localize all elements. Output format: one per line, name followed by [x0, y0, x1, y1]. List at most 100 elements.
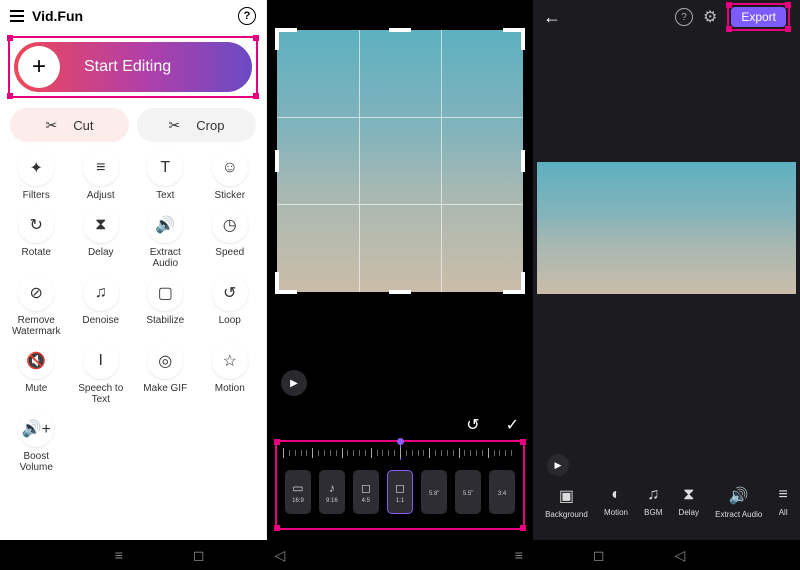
loop-icon: ↺: [212, 275, 248, 311]
right-tool-label: Delay: [679, 508, 699, 517]
stabilize-icon: ▢: [147, 275, 183, 311]
tool-motion[interactable]: ☆ Motion: [198, 343, 263, 405]
adjust-icon: ≡: [83, 150, 119, 186]
extract-audio-icon: 🔊: [729, 486, 749, 506]
sticker-icon: ☺: [212, 150, 248, 186]
tool-label: Remove Watermark: [7, 315, 65, 337]
aspect-ratio-highlight: ▭ 16:9 ♪ 9:16 ◻ 4:5 ◻ 1:1 5.8" 5.5" 3:4: [275, 440, 525, 530]
speed-icon: ◷: [212, 207, 248, 243]
aspect-label: 5.5": [463, 491, 473, 497]
aspect-16-9[interactable]: ▭ 16:9: [285, 470, 311, 514]
crop-icon: ✂: [169, 117, 181, 134]
crop-button[interactable]: ✂ Crop: [137, 108, 256, 142]
settings-icon[interactable]: ⚙: [703, 7, 717, 27]
right-toolbar: ▣ Background ◐ Motion ♫ BGM ⧗ Delay 🔊 Extrac…: [533, 476, 800, 519]
crop-grid-icon: [277, 30, 523, 292]
tool-label: Boost Volume: [7, 451, 65, 473]
recent-icon[interactable]: ≡: [115, 547, 123, 563]
all-icon: ≡: [778, 486, 787, 504]
cut-label: Cut: [73, 118, 93, 133]
back-icon[interactable]: ←: [543, 7, 665, 28]
menu-icon[interactable]: [10, 10, 24, 22]
delay-icon: ⧗: [83, 207, 119, 243]
right-tool-motion[interactable]: ◐ Motion: [604, 486, 628, 519]
right-tool-delay[interactable]: ⧗ Delay: [679, 486, 699, 519]
aspect-1-1[interactable]: ◻ 1:1: [387, 470, 413, 514]
aspect-5-5-[interactable]: 5.5": [455, 470, 481, 514]
play-button[interactable]: ▶: [547, 454, 569, 476]
tool-speed[interactable]: ◷ Speed: [198, 207, 263, 269]
mute-icon: 🔇: [18, 343, 54, 379]
home-icon[interactable]: ◻: [593, 547, 605, 564]
remove-watermark-icon: ⊘: [18, 275, 54, 311]
tool-remove-watermark[interactable]: ⊘ Remove Watermark: [4, 275, 69, 337]
home-icon[interactable]: ◻: [193, 547, 205, 564]
left-header: Vid.Fun ?: [0, 0, 266, 32]
tool-make-gif[interactable]: ◎ Make GIF: [133, 343, 198, 405]
recent-icon[interactable]: ≡: [515, 547, 523, 563]
tool-label: Delay: [88, 247, 114, 258]
right-tool-background[interactable]: ▣ Background: [545, 486, 588, 519]
tool-extract-audio[interactable]: 🔊 Extract Audio: [133, 207, 198, 269]
right-video-preview[interactable]: [537, 162, 796, 294]
aspect-label: 9:16: [326, 498, 338, 504]
export-button[interactable]: Export: [731, 7, 786, 27]
tool-mute[interactable]: 🔇 Mute: [4, 343, 69, 405]
export-highlight: Export: [727, 3, 790, 31]
start-editing-label: Start Editing: [84, 58, 171, 76]
aspect-label: 4:5: [362, 498, 370, 504]
aspect-3-4[interactable]: 3:4: [489, 470, 515, 514]
tool-label: Stabilize: [146, 315, 184, 326]
tool-label: Denoise: [82, 315, 119, 326]
tool-label: Sticker: [214, 190, 245, 201]
aspect-icon: ▭: [292, 481, 303, 495]
tool-label: Text: [156, 190, 174, 201]
aspect-icon: ◻: [361, 481, 371, 495]
tool-rotate[interactable]: ↻ Rotate: [4, 207, 69, 269]
start-editing-button[interactable]: + Start Editing: [14, 42, 252, 92]
tool-label: Mute: [25, 383, 47, 394]
scissors-icon: ✂: [46, 117, 58, 134]
tool-delay[interactable]: ⧗ Delay: [69, 207, 134, 269]
left-panel: Vid.Fun ? + Start Editing ✂ Cut ✂ Crop ✦…: [0, 0, 267, 540]
confirm-icon[interactable]: ✓: [506, 415, 519, 435]
back-icon[interactable]: ◁: [675, 547, 686, 564]
tool-label: Filters: [23, 190, 50, 201]
tool-text[interactable]: T Text: [133, 150, 198, 201]
tool-loop[interactable]: ↺ Loop: [198, 275, 263, 337]
timeline-ruler[interactable]: [283, 446, 517, 464]
cut-button[interactable]: ✂ Cut: [10, 108, 129, 142]
right-tool-label: Motion: [604, 508, 628, 517]
help-icon[interactable]: ?: [238, 7, 256, 25]
right-tool-bgm[interactable]: ♫ BGM: [644, 486, 662, 519]
app-title: Vid.Fun: [32, 8, 238, 24]
right-tool-extract-audio[interactable]: 🔊 Extract Audio: [715, 486, 762, 519]
play-button[interactable]: ▶: [281, 370, 307, 396]
back-icon[interactable]: ◁: [275, 547, 286, 564]
help-icon[interactable]: ?: [675, 8, 693, 26]
tool-label: Extract Audio: [136, 247, 194, 269]
tool-boost-volume[interactable]: 🔊+ Boost Volume: [4, 411, 69, 473]
tool-stabilize[interactable]: ▢ Stabilize: [133, 275, 198, 337]
tool-sticker[interactable]: ☺ Sticker: [198, 150, 263, 201]
tool-label: Motion: [215, 383, 245, 394]
aspect-5-8-[interactable]: 5.8": [421, 470, 447, 514]
tool-filters[interactable]: ✦ Filters: [4, 150, 69, 201]
aspect-icon: ♪: [329, 481, 335, 495]
right-tool-label: Background: [545, 510, 588, 519]
aspect-9-16[interactable]: ♪ 9:16: [319, 470, 345, 514]
tool-label: Make GIF: [143, 383, 187, 394]
start-editing-highlight: + Start Editing: [8, 36, 258, 98]
aspect-ratio-row: ▭ 16:9 ♪ 9:16 ◻ 4:5 ◻ 1:1 5.8" 5.5" 3:4: [277, 464, 523, 520]
tool-adjust[interactable]: ≡ Adjust: [69, 150, 134, 201]
rotate-icon: ↻: [18, 207, 54, 243]
aspect-label: 16:9: [292, 498, 304, 504]
right-tool-all[interactable]: ≡ All: [778, 486, 787, 519]
aspect-4-5[interactable]: ◻ 4:5: [353, 470, 379, 514]
motion-icon: ◐: [611, 486, 621, 504]
tool-speech-to-text[interactable]: I Speech to Text: [69, 343, 134, 405]
video-preview[interactable]: [277, 30, 523, 292]
tool-label: Rotate: [22, 247, 51, 258]
undo-icon[interactable]: ↺: [466, 415, 479, 435]
tool-denoise[interactable]: ♫ Denoise: [69, 275, 134, 337]
